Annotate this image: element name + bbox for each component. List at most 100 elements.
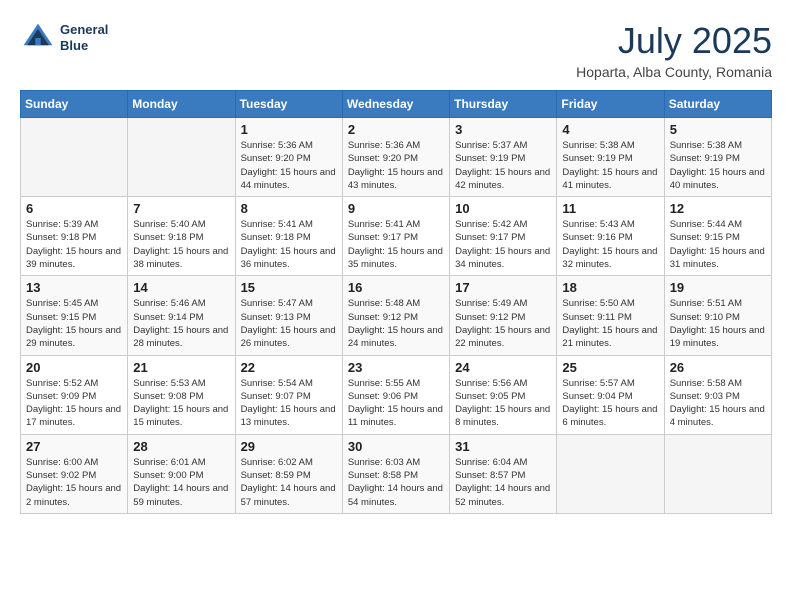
day-detail: Sunrise: 5:41 AMSunset: 9:17 PMDaylight:…	[348, 218, 444, 271]
calendar-cell	[664, 434, 771, 513]
logo-line1: General	[60, 22, 108, 38]
day-number: 11	[562, 201, 658, 216]
calendar-cell: 24 Sunrise: 5:56 AMSunset: 9:05 PMDaylig…	[450, 355, 557, 434]
day-detail: Sunrise: 6:00 AMSunset: 9:02 PMDaylight:…	[26, 456, 122, 509]
calendar-cell: 22 Sunrise: 5:54 AMSunset: 9:07 PMDaylig…	[235, 355, 342, 434]
calendar-cell: 27 Sunrise: 6:00 AMSunset: 9:02 PMDaylig…	[21, 434, 128, 513]
calendar-cell	[557, 434, 664, 513]
calendar-cell: 29 Sunrise: 6:02 AMSunset: 8:59 PMDaylig…	[235, 434, 342, 513]
day-number: 10	[455, 201, 551, 216]
calendar-cell: 4 Sunrise: 5:38 AMSunset: 9:19 PMDayligh…	[557, 118, 664, 197]
logo-text: General Blue	[60, 22, 108, 53]
calendar-cell: 11 Sunrise: 5:43 AMSunset: 9:16 PMDaylig…	[557, 197, 664, 276]
calendar-cell: 8 Sunrise: 5:41 AMSunset: 9:18 PMDayligh…	[235, 197, 342, 276]
day-detail: Sunrise: 5:55 AMSunset: 9:06 PMDaylight:…	[348, 377, 444, 430]
day-number: 2	[348, 122, 444, 137]
calendar-cell: 25 Sunrise: 5:57 AMSunset: 9:04 PMDaylig…	[557, 355, 664, 434]
logo-line2: Blue	[60, 38, 108, 54]
day-detail: Sunrise: 5:52 AMSunset: 9:09 PMDaylight:…	[26, 377, 122, 430]
logo: General Blue	[20, 20, 108, 56]
day-detail: Sunrise: 6:03 AMSunset: 8:58 PMDaylight:…	[348, 456, 444, 509]
day-number: 5	[670, 122, 766, 137]
weekday-header-row: SundayMondayTuesdayWednesdayThursdayFrid…	[21, 91, 772, 118]
day-detail: Sunrise: 5:50 AMSunset: 9:11 PMDaylight:…	[562, 297, 658, 350]
weekday-header: Sunday	[21, 91, 128, 118]
calendar-cell: 14 Sunrise: 5:46 AMSunset: 9:14 PMDaylig…	[128, 276, 235, 355]
calendar-cell: 16 Sunrise: 5:48 AMSunset: 9:12 PMDaylig…	[342, 276, 449, 355]
day-number: 23	[348, 360, 444, 375]
day-number: 8	[241, 201, 337, 216]
day-number: 3	[455, 122, 551, 137]
day-number: 17	[455, 280, 551, 295]
calendar-cell: 15 Sunrise: 5:47 AMSunset: 9:13 PMDaylig…	[235, 276, 342, 355]
day-detail: Sunrise: 5:39 AMSunset: 9:18 PMDaylight:…	[26, 218, 122, 271]
day-number: 31	[455, 439, 551, 454]
calendar-cell: 31 Sunrise: 6:04 AMSunset: 8:57 PMDaylig…	[450, 434, 557, 513]
weekday-header: Thursday	[450, 91, 557, 118]
weekday-header: Friday	[557, 91, 664, 118]
calendar-cell: 12 Sunrise: 5:44 AMSunset: 9:15 PMDaylig…	[664, 197, 771, 276]
day-number: 21	[133, 360, 229, 375]
day-number: 7	[133, 201, 229, 216]
calendar-cell: 28 Sunrise: 6:01 AMSunset: 9:00 PMDaylig…	[128, 434, 235, 513]
calendar-cell: 30 Sunrise: 6:03 AMSunset: 8:58 PMDaylig…	[342, 434, 449, 513]
calendar-cell: 9 Sunrise: 5:41 AMSunset: 9:17 PMDayligh…	[342, 197, 449, 276]
day-number: 25	[562, 360, 658, 375]
day-number: 20	[26, 360, 122, 375]
weekday-header: Monday	[128, 91, 235, 118]
day-detail: Sunrise: 5:56 AMSunset: 9:05 PMDaylight:…	[455, 377, 551, 430]
day-detail: Sunrise: 5:43 AMSunset: 9:16 PMDaylight:…	[562, 218, 658, 271]
day-number: 18	[562, 280, 658, 295]
day-number: 29	[241, 439, 337, 454]
day-detail: Sunrise: 5:42 AMSunset: 9:17 PMDaylight:…	[455, 218, 551, 271]
day-detail: Sunrise: 5:37 AMSunset: 9:19 PMDaylight:…	[455, 139, 551, 192]
calendar-cell: 2 Sunrise: 5:36 AMSunset: 9:20 PMDayligh…	[342, 118, 449, 197]
day-detail: Sunrise: 5:45 AMSunset: 9:15 PMDaylight:…	[26, 297, 122, 350]
day-detail: Sunrise: 5:46 AMSunset: 9:14 PMDaylight:…	[133, 297, 229, 350]
calendar-cell: 6 Sunrise: 5:39 AMSunset: 9:18 PMDayligh…	[21, 197, 128, 276]
weekday-header: Tuesday	[235, 91, 342, 118]
calendar-cell: 23 Sunrise: 5:55 AMSunset: 9:06 PMDaylig…	[342, 355, 449, 434]
calendar-table: SundayMondayTuesdayWednesdayThursdayFrid…	[20, 90, 772, 514]
day-number: 26	[670, 360, 766, 375]
day-number: 30	[348, 439, 444, 454]
day-number: 28	[133, 439, 229, 454]
day-detail: Sunrise: 5:48 AMSunset: 9:12 PMDaylight:…	[348, 297, 444, 350]
day-detail: Sunrise: 5:44 AMSunset: 9:15 PMDaylight:…	[670, 218, 766, 271]
day-detail: Sunrise: 5:36 AMSunset: 9:20 PMDaylight:…	[241, 139, 337, 192]
calendar-week-row: 6 Sunrise: 5:39 AMSunset: 9:18 PMDayligh…	[21, 197, 772, 276]
day-detail: Sunrise: 6:04 AMSunset: 8:57 PMDaylight:…	[455, 456, 551, 509]
location: Hoparta, Alba County, Romania	[576, 64, 772, 80]
calendar-cell: 17 Sunrise: 5:49 AMSunset: 9:12 PMDaylig…	[450, 276, 557, 355]
calendar-cell: 7 Sunrise: 5:40 AMSunset: 9:18 PMDayligh…	[128, 197, 235, 276]
weekday-header: Wednesday	[342, 91, 449, 118]
calendar-cell: 3 Sunrise: 5:37 AMSunset: 9:19 PMDayligh…	[450, 118, 557, 197]
day-detail: Sunrise: 5:47 AMSunset: 9:13 PMDaylight:…	[241, 297, 337, 350]
day-number: 1	[241, 122, 337, 137]
page-header: General Blue July 2025 Hoparta, Alba Cou…	[20, 20, 772, 80]
day-number: 6	[26, 201, 122, 216]
day-number: 13	[26, 280, 122, 295]
day-detail: Sunrise: 6:01 AMSunset: 9:00 PMDaylight:…	[133, 456, 229, 509]
day-detail: Sunrise: 5:38 AMSunset: 9:19 PMDaylight:…	[562, 139, 658, 192]
day-number: 16	[348, 280, 444, 295]
calendar-week-row: 27 Sunrise: 6:00 AMSunset: 9:02 PMDaylig…	[21, 434, 772, 513]
day-detail: Sunrise: 5:40 AMSunset: 9:18 PMDaylight:…	[133, 218, 229, 271]
calendar-cell: 18 Sunrise: 5:50 AMSunset: 9:11 PMDaylig…	[557, 276, 664, 355]
calendar-week-row: 20 Sunrise: 5:52 AMSunset: 9:09 PMDaylig…	[21, 355, 772, 434]
day-number: 22	[241, 360, 337, 375]
day-number: 24	[455, 360, 551, 375]
logo-icon	[20, 20, 56, 56]
day-detail: Sunrise: 5:51 AMSunset: 9:10 PMDaylight:…	[670, 297, 766, 350]
day-number: 9	[348, 201, 444, 216]
calendar-cell: 10 Sunrise: 5:42 AMSunset: 9:17 PMDaylig…	[450, 197, 557, 276]
calendar-cell	[21, 118, 128, 197]
day-detail: Sunrise: 5:41 AMSunset: 9:18 PMDaylight:…	[241, 218, 337, 271]
day-detail: Sunrise: 5:54 AMSunset: 9:07 PMDaylight:…	[241, 377, 337, 430]
day-detail: Sunrise: 5:57 AMSunset: 9:04 PMDaylight:…	[562, 377, 658, 430]
day-number: 4	[562, 122, 658, 137]
day-number: 14	[133, 280, 229, 295]
day-detail: Sunrise: 5:58 AMSunset: 9:03 PMDaylight:…	[670, 377, 766, 430]
day-detail: Sunrise: 5:38 AMSunset: 9:19 PMDaylight:…	[670, 139, 766, 192]
calendar-week-row: 13 Sunrise: 5:45 AMSunset: 9:15 PMDaylig…	[21, 276, 772, 355]
